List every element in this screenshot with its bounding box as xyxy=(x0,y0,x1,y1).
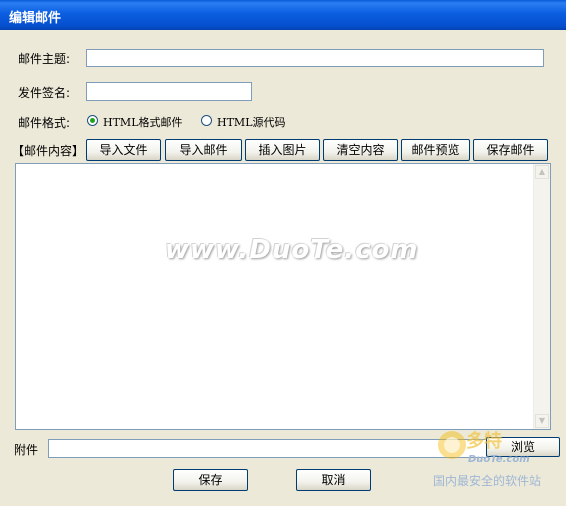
scroll-down-icon[interactable]: ▼ xyxy=(535,414,549,428)
content-label: 【邮件内容】 xyxy=(12,144,85,158)
import-file-button[interactable]: 导入文件 xyxy=(86,139,161,161)
import-mail-button[interactable]: 导入邮件 xyxy=(165,139,242,161)
insert-image-button[interactable]: 插入图片 xyxy=(245,139,320,161)
clear-content-button[interactable]: 清空内容 xyxy=(323,139,398,161)
window-title: 编辑邮件 xyxy=(9,11,62,26)
brand-tagline: 国内最安全的软件站 xyxy=(433,474,542,488)
editor-scrollbar[interactable]: ▲ ▼ xyxy=(533,164,550,429)
html-format-option-label: HTML格式邮件 xyxy=(103,116,183,129)
html-source-option-label: HTML源代码 xyxy=(217,116,286,129)
format-label: 邮件格式: xyxy=(18,116,71,130)
save-button[interactable]: 保存 xyxy=(173,469,248,491)
brand-site: DuoTe.com xyxy=(468,454,530,465)
title-bar[interactable]: 编辑邮件 xyxy=(0,0,566,30)
mail-content-editor[interactable]: ▲ ▼ xyxy=(15,163,551,430)
html-source-radio[interactable] xyxy=(201,115,212,126)
scroll-up-icon[interactable]: ▲ xyxy=(535,165,549,179)
attachment-label: 附件 xyxy=(14,443,39,457)
signature-input[interactable] xyxy=(86,82,252,101)
subject-input[interactable] xyxy=(86,49,544,67)
html-format-radio[interactable] xyxy=(87,115,98,126)
edit-mail-dialog: 编辑邮件 邮件主题: 发件签名: 邮件格式: HTML格式邮件 HTML源代码 … xyxy=(0,0,566,506)
attachment-input[interactable] xyxy=(48,439,488,458)
watermark-text: www.DuoTe.com xyxy=(165,235,419,265)
brand-name: 多特 xyxy=(466,431,502,452)
save-mail-button[interactable]: 保存邮件 xyxy=(473,139,548,161)
signature-label: 发件签名: xyxy=(18,86,71,100)
subject-label: 邮件主题: xyxy=(18,52,71,66)
cancel-button[interactable]: 取消 xyxy=(296,469,371,491)
preview-mail-button[interactable]: 邮件预览 xyxy=(401,139,470,161)
